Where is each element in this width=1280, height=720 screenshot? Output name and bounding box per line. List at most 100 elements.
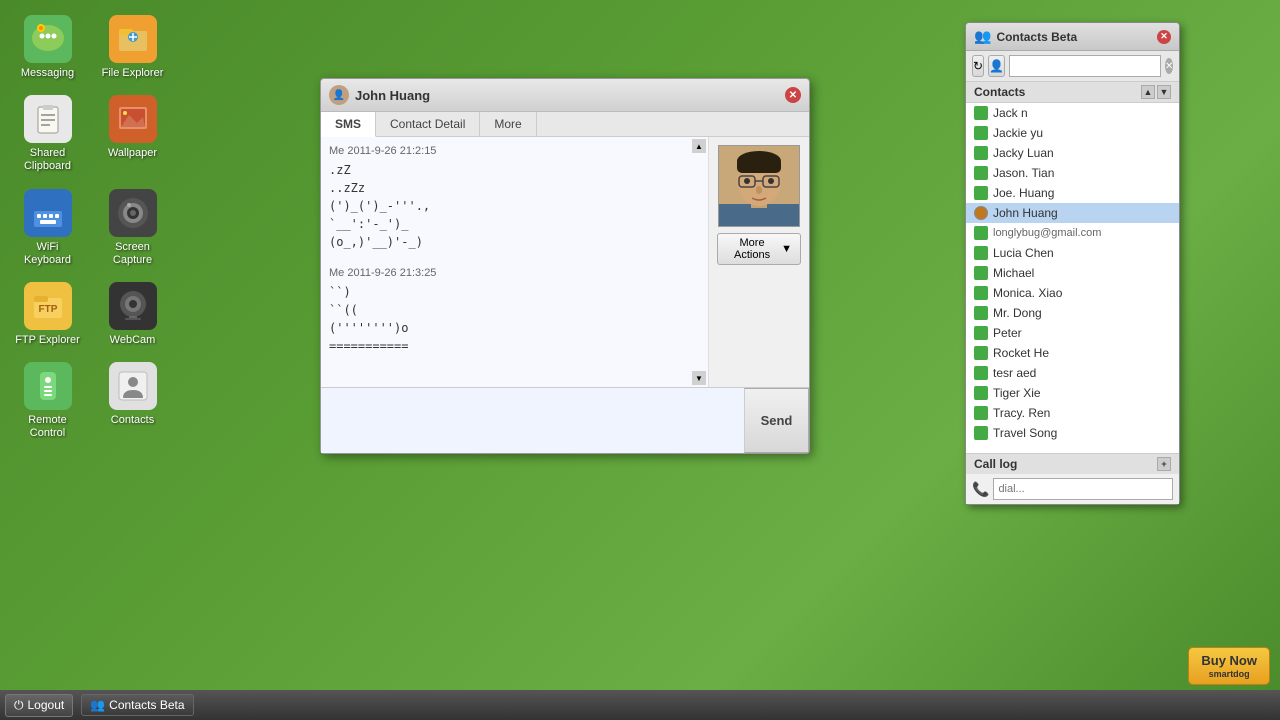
contact-item-longlybug[interactable]: longlybug@gmail.com	[966, 223, 1179, 243]
contacts-expand-button[interactable]: ▲	[1141, 85, 1155, 99]
contact-item-jason-tian[interactable]: Jason. Tian	[966, 163, 1179, 183]
sidebar-item-messaging[interactable]: Messaging	[10, 10, 85, 85]
contacts-search-input[interactable]	[1009, 55, 1161, 77]
tab-contact-detail[interactable]: Contact Detail	[376, 112, 480, 136]
refresh-button[interactable]: ↻	[972, 55, 984, 77]
messaging-icon	[24, 15, 72, 63]
sidebar-item-shared-clipboard[interactable]: Shared Clipboard	[10, 90, 85, 178]
tab-sms[interactable]: SMS	[321, 112, 376, 137]
sidebar-item-file-explorer[interactable]: File Explorer	[95, 10, 170, 85]
sms-body: ▲ Me 2011-9-26 21:2:15 .zZ ..zZz (')_(')…	[321, 137, 809, 387]
status-indicator	[974, 286, 988, 300]
sms-window-title: John Huang	[355, 88, 430, 103]
logout-button[interactable]: ⏻ Logout	[5, 694, 73, 717]
scroll-down-btn[interactable]: ▼	[692, 371, 706, 385]
taskbar: ⏻ Logout 👥 Contacts Beta	[0, 690, 1280, 720]
contacts-taskbar-icon: 👥	[90, 698, 105, 712]
status-indicator	[974, 346, 988, 360]
contact-item-lucia-chen[interactable]: Lucia Chen	[966, 243, 1179, 263]
contacts-label: Contacts	[111, 414, 154, 427]
contact-item-joe-huang[interactable]: Joe. Huang	[966, 183, 1179, 203]
file-explorer-label: File Explorer	[102, 67, 164, 80]
svg-text:FTP: FTP	[38, 304, 57, 315]
add-contact-button[interactable]: 👤	[988, 55, 1005, 77]
call-log-header[interactable]: Call log +	[966, 454, 1179, 474]
sidebar-item-remote-control[interactable]: Remote Control	[10, 357, 85, 445]
contact-item-jacky-luan[interactable]: Jacky Luan	[966, 143, 1179, 163]
call-log-expand-button[interactable]: +	[1157, 457, 1171, 471]
sidebar-item-ftp-explorer[interactable]: FTP FTP Explorer	[10, 277, 85, 352]
sms-tabs: SMS Contact Detail More	[321, 112, 809, 137]
buy-now-label: Buy Now	[1201, 653, 1257, 668]
message-text-2: ``) ``(( ('''''''')o ===========	[329, 283, 700, 355]
contact-item-jack-n[interactable]: Jack n	[966, 103, 1179, 123]
ftp-explorer-icon: FTP	[24, 282, 72, 330]
message-header-2: Me 2011-9-26 21:3:25	[329, 267, 700, 279]
remote-control-label: Remote Control	[15, 414, 80, 440]
screen-capture-icon	[109, 189, 157, 237]
contacts-titlebar: 👥 Contacts Beta ✕	[966, 23, 1179, 51]
wifi-keyboard-icon	[24, 189, 72, 237]
sms-input-area: Send	[321, 387, 809, 453]
contact-item-michael[interactable]: Michael	[966, 263, 1179, 283]
contacts-list[interactable]: Jack n Jackie yu Jacky Luan Jason. Tian …	[966, 103, 1179, 453]
status-indicator	[974, 306, 988, 320]
sms-messages[interactable]: ▲ Me 2011-9-26 21:2:15 .zZ ..zZz (')_(')…	[321, 137, 709, 387]
status-indicator	[974, 266, 988, 280]
contact-item-monica-xiao[interactable]: Monica. Xiao	[966, 283, 1179, 303]
tab-more[interactable]: More	[480, 112, 536, 136]
contacts-close-button[interactable]: ✕	[1157, 30, 1171, 44]
more-actions-label: More Actions	[726, 237, 778, 261]
sms-input[interactable]	[321, 388, 744, 453]
contact-item-mr-dong[interactable]: Mr. Dong	[966, 303, 1179, 323]
contact-item-tracy-ren[interactable]: Tracy. Ren	[966, 403, 1179, 423]
status-indicator	[974, 226, 988, 240]
dial-input[interactable]	[993, 478, 1173, 500]
sidebar-item-contacts[interactable]: Contacts	[95, 357, 170, 445]
contacts-panel: 👥 Contacts Beta ✕ ↻ 👤 ✕ Contacts ▲ ▼ Jac…	[965, 22, 1180, 505]
contact-photo	[718, 145, 800, 227]
dial-area: 📞	[966, 474, 1179, 504]
sms-close-button[interactable]: ✕	[785, 87, 801, 103]
buy-now-button[interactable]: Buy Now smartdog	[1188, 647, 1270, 685]
contact-item-john-huang[interactable]: John Huang	[966, 203, 1179, 223]
screen-capture-label: Screen Capture	[100, 241, 165, 267]
contacts-collapse-button[interactable]: ▼	[1157, 85, 1171, 99]
message-text-1: .zZ ..zZz (')_(')_-'''., `__':'-_')_ (o_…	[329, 161, 700, 251]
contact-item-tiger-xie[interactable]: Tiger Xie	[966, 383, 1179, 403]
contact-item-jackie-yu[interactable]: Jackie yu	[966, 123, 1179, 143]
status-indicator	[974, 106, 988, 120]
contacts-icon	[109, 362, 157, 410]
status-indicator	[974, 146, 988, 160]
more-actions-button[interactable]: More Actions ▼	[717, 233, 801, 265]
status-indicator	[974, 326, 988, 340]
contact-item-peter[interactable]: Peter	[966, 323, 1179, 343]
call-log-section: Call log + 📞	[966, 453, 1179, 504]
call-log-label: Call log	[974, 457, 1017, 471]
contact-item-tesr-aed[interactable]: tesr aed	[966, 363, 1179, 383]
logout-label: Logout	[28, 698, 65, 712]
contact-item-travel-song[interactable]: Travel Song	[966, 423, 1179, 443]
status-indicator	[974, 166, 988, 180]
dropdown-arrow-icon: ▼	[781, 243, 792, 255]
status-indicator	[974, 186, 988, 200]
contact-avatar: 👤	[329, 85, 349, 105]
sidebar-item-screen-capture[interactable]: Screen Capture	[95, 184, 170, 272]
webcam-icon	[109, 282, 157, 330]
contact-item-rocket-he[interactable]: Rocket He	[966, 343, 1179, 363]
dial-icon: 📞	[972, 481, 989, 498]
send-button[interactable]: Send	[744, 388, 809, 453]
scroll-up-btn[interactable]: ▲	[692, 139, 706, 153]
taskbar-contacts-beta[interactable]: 👥 Contacts Beta	[81, 694, 193, 716]
wallpaper-label: Wallpaper	[108, 147, 157, 160]
message-block-2: Me 2011-9-26 21:3:25 ``) ``(( ('''''''')…	[329, 267, 700, 355]
message-block: Me 2011-9-26 21:2:15 .zZ ..zZz (')_(')_-…	[329, 145, 700, 251]
sms-sidebar: More Actions ▼	[709, 137, 809, 387]
sidebar-item-wallpaper[interactable]: Wallpaper	[95, 90, 170, 178]
taskbar-item-label: Contacts Beta	[109, 698, 184, 712]
sidebar-item-webcam[interactable]: WebCam	[95, 277, 170, 352]
file-explorer-icon	[109, 15, 157, 63]
sidebar-item-wifi-keyboard[interactable]: WiFi Keyboard	[10, 184, 85, 272]
sms-window: 👤 John Huang ✕ SMS Contact Detail More ▲…	[320, 78, 810, 454]
clear-search-button[interactable]: ✕	[1165, 58, 1173, 74]
